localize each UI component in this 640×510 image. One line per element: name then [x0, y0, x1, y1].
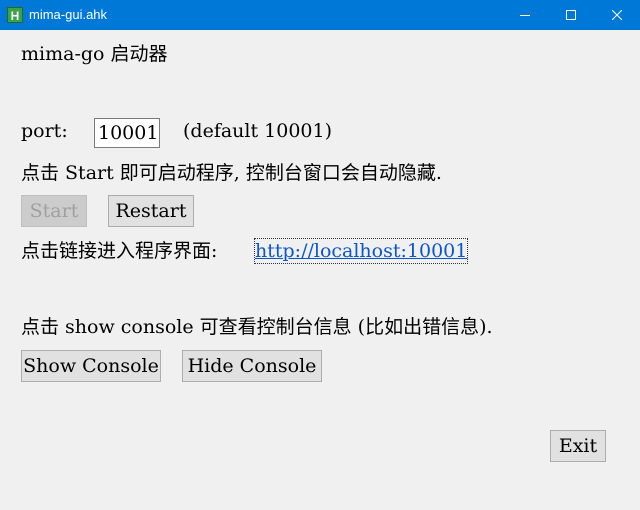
port-label: port: [21, 120, 68, 142]
localhost-link[interactable]: http://localhost:10001 [253, 238, 469, 264]
maximize-button[interactable] [548, 0, 594, 30]
start-instructions: 点击 Start 即可启动程序, 控制台窗口会自动隐藏. [21, 162, 442, 184]
main-panel: mima-go 启动器 port: 10001 (default 10001) … [0, 30, 640, 510]
start-button[interactable]: Start [21, 195, 87, 227]
window-title: mima-gui.ahk [29, 7, 108, 22]
minimize-icon [520, 15, 530, 16]
restart-button[interactable]: Restart [108, 195, 194, 227]
port-input[interactable]: 10001 [94, 118, 160, 148]
close-button[interactable] [594, 0, 640, 30]
exit-button[interactable]: Exit [550, 430, 606, 462]
hide-console-button[interactable]: Hide Console [182, 350, 322, 382]
title-bar[interactable]: H mima-gui.ahk [0, 0, 640, 30]
show-console-button[interactable]: Show Console [21, 350, 161, 382]
console-instructions: 点击 show console 可查看控制台信息 (比如出错信息). [21, 316, 493, 338]
port-default-hint: (default 10001) [183, 120, 333, 142]
minimize-button[interactable] [502, 0, 548, 30]
heading: mima-go 启动器 [21, 43, 168, 65]
link-label: 点击链接进入程序界面: [21, 240, 218, 262]
maximize-icon [566, 10, 576, 20]
close-icon [612, 10, 622, 20]
autohotkey-icon: H [7, 7, 23, 23]
